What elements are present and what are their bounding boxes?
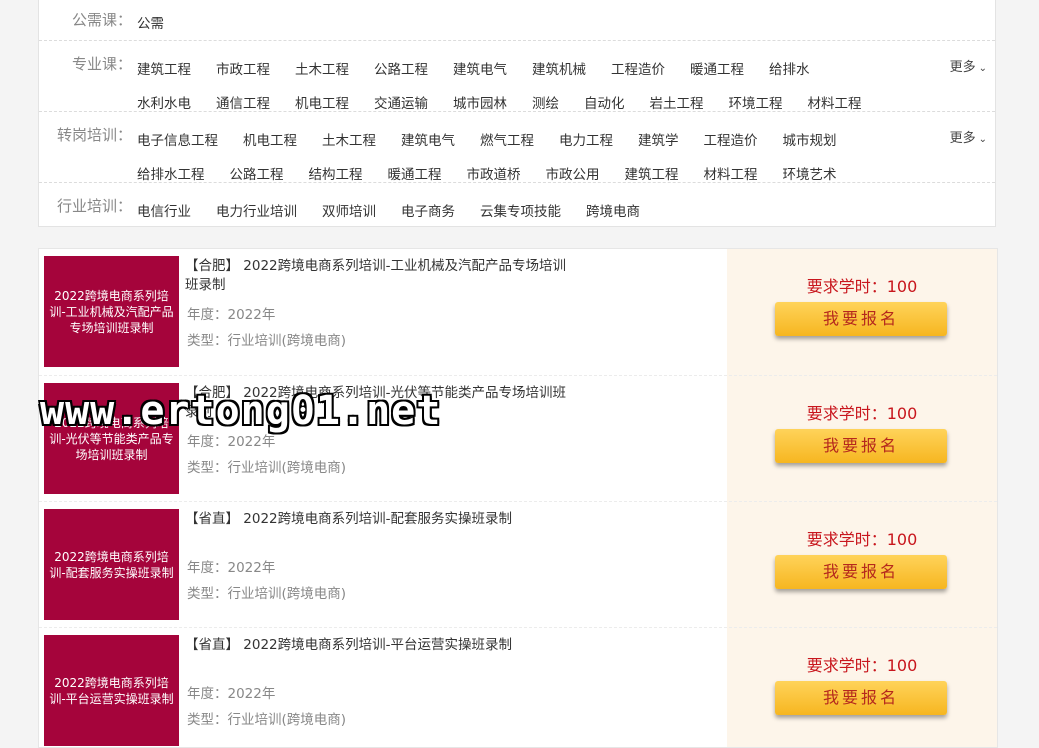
- more-button[interactable]: 更多 ⌄: [950, 56, 987, 75]
- filter-option[interactable]: 公路工程: [374, 58, 428, 78]
- course-list: 2022跨境电商系列培训-工业机械及汽配产品专场培训班录制 【合肥】 2022跨境…: [38, 248, 998, 748]
- course-title[interactable]: 【合肥】 2022跨境电商系列培训-光伏等节能类产品专场培训班录制: [185, 384, 575, 422]
- filter-options-zhuanye-line1: 建筑工程 市政工程 土木工程 公路工程 建筑电气 建筑机械 工程造价 暖通工程 给排水: [137, 58, 835, 78]
- required-hours: 要求学时：100: [806, 277, 918, 296]
- filter-option[interactable]: 岩土工程: [650, 92, 704, 112]
- filter-option[interactable]: 水利水电: [137, 92, 191, 112]
- filter-option[interactable]: 给排水工程: [137, 163, 205, 183]
- course-thumbnail[interactable]: 2022跨境电商系列培训-光伏等节能类产品专场培训班录制: [44, 383, 179, 494]
- enroll-button[interactable]: 我要报名: [775, 429, 947, 463]
- chevron-down-icon: ⌄: [978, 63, 987, 74]
- filter-option[interactable]: 电子商务: [401, 200, 455, 220]
- filter-options-zhuanye-line2: 水利水电 通信工程 机电工程 交通运输 城市园林 测绘 自动化 岩土工程 环境工程 材料工程: [137, 92, 887, 112]
- filter-option[interactable]: 燃气工程: [480, 129, 534, 149]
- course-title[interactable]: 【合肥】 2022跨境电商系列培训-工业机械及汽配产品专场培训班录制: [185, 257, 575, 295]
- filter-option[interactable]: 市政道桥: [467, 163, 521, 183]
- filter-option[interactable]: 暖通工程: [690, 58, 744, 78]
- filter-option[interactable]: 机电工程: [243, 129, 297, 149]
- filter-option[interactable]: 公路工程: [230, 163, 284, 183]
- chevron-down-icon: ⌄: [978, 134, 987, 145]
- filter-option[interactable]: 电力工程: [559, 129, 613, 149]
- filter-row-gongxu: 公需课： 公需: [39, 0, 995, 40]
- filter-row-zhuanye: 专业课： 建筑工程 市政工程 土木工程 公路工程 建筑电气 建筑机械 工程造价 暖通工程 给排水…: [39, 40, 995, 112]
- course-title[interactable]: 【省直】 2022跨境电商系列培训-平台运营实操班录制: [185, 636, 575, 655]
- filter-label-gongxu: 公需课：: [71, 11, 132, 29]
- filter-options-zhuangang-line2: 给排水工程 公路工程 结构工程 暖通工程 市政道桥 市政公用 建筑工程 材料工程 环境艺术: [137, 163, 862, 183]
- filter-option[interactable]: 电子信息工程: [137, 129, 218, 149]
- filter-row-zhuangang: 转岗培训： 电子信息工程 机电工程 土木工程 建筑电气 燃气工程 电力工程 建筑学 工程造价 城…: [39, 111, 995, 183]
- filter-option[interactable]: 给排水: [769, 58, 810, 78]
- course-year: 年度：2022年: [187, 560, 276, 576]
- filter-options-gongxu: 公需: [137, 12, 189, 32]
- filter-option[interactable]: 云集专项技能: [480, 200, 561, 220]
- filter-option[interactable]: 城市园林: [453, 92, 507, 112]
- filter-option[interactable]: 跨境电商: [586, 200, 640, 220]
- required-hours: 要求学时：100: [806, 530, 918, 549]
- course-thumbnail[interactable]: 2022跨境电商系列培训-配套服务实操班录制: [44, 509, 179, 620]
- filter-label-hangye: 行业培训：: [56, 197, 132, 215]
- filter-options-hangye: 电信行业 电力行业培训 双师培训 电子商务 云集专项技能 跨境电商: [137, 200, 665, 220]
- filter-option[interactable]: 土木工程: [295, 58, 349, 78]
- filter-option[interactable]: 建筑电气: [401, 129, 455, 149]
- filter-option[interactable]: 电力行业培训: [216, 200, 297, 220]
- filter-option[interactable]: 双师培训: [322, 200, 376, 220]
- filter-option[interactable]: 环境艺术: [783, 163, 837, 183]
- filter-label-zhuanye: 专业课：: [71, 55, 132, 73]
- filter-option[interactable]: 建筑电气: [453, 58, 507, 78]
- course-type: 类型：行业培训(跨境电商): [187, 333, 347, 349]
- course-title[interactable]: 【省直】 2022跨境电商系列培训-配套服务实操班录制: [185, 510, 575, 529]
- filter-option[interactable]: 自动化: [584, 92, 625, 112]
- filter-option[interactable]: 建筑工程: [625, 163, 679, 183]
- course-type: 类型：行业培训(跨境电商): [187, 712, 347, 728]
- filter-option[interactable]: 测绘: [532, 92, 559, 112]
- category-filter-panel: 公需课： 公需 专业课： 建筑工程 市政工程 土木工程 公路工程 建筑电气 建筑机械 工程造…: [38, 0, 996, 227]
- filter-options-zhuangang-line1: 电子信息工程 机电工程 土木工程 建筑电气 燃气工程 电力工程 建筑学 工程造价 城市规划: [137, 129, 862, 149]
- course-item: 2022跨境电商系列培训-工业机械及汽配产品专场培训班录制 【合肥】 2022跨境…: [39, 249, 997, 375]
- enroll-button[interactable]: 我要报名: [775, 555, 947, 589]
- course-year: 年度：2022年: [187, 307, 276, 323]
- filter-option[interactable]: 市政公用: [546, 163, 600, 183]
- filter-option[interactable]: 机电工程: [295, 92, 349, 112]
- filter-row-hangye: 行业培训： 电信行业 电力行业培训 双师培训 电子商务 云集专项技能 跨境电商: [39, 182, 995, 227]
- enroll-button[interactable]: 我要报名: [775, 302, 947, 336]
- filter-option[interactable]: 城市规划: [783, 129, 837, 149]
- filter-option[interactable]: 环境工程: [729, 92, 783, 112]
- filter-option[interactable]: 材料工程: [704, 163, 758, 183]
- filter-option[interactable]: 工程造价: [611, 58, 665, 78]
- filter-option[interactable]: 建筑工程: [137, 58, 191, 78]
- required-hours: 要求学时：100: [806, 656, 918, 675]
- course-item: 2022跨境电商系列培训-光伏等节能类产品专场培训班录制 【合肥】 2022跨境电…: [39, 375, 997, 502]
- course-year: 年度：2022年: [187, 686, 276, 702]
- filter-option[interactable]: 建筑机械: [532, 58, 586, 78]
- filter-option[interactable]: 材料工程: [808, 92, 862, 112]
- filter-option[interactable]: 市政工程: [216, 58, 270, 78]
- course-item: 2022跨境电商系列培训-配套服务实操班录制 【省直】 2022跨境电商系列培训-…: [39, 501, 997, 628]
- filter-option[interactable]: 工程造价: [704, 129, 758, 149]
- filter-option[interactable]: 通信工程: [216, 92, 270, 112]
- filter-option[interactable]: 土木工程: [322, 129, 376, 149]
- filter-label-zhuangang: 转岗培训：: [56, 126, 132, 144]
- filter-option[interactable]: 交通运输: [374, 92, 428, 112]
- course-thumbnail[interactable]: 2022跨境电商系列培训-工业机械及汽配产品专场培训班录制: [44, 256, 179, 367]
- enroll-button[interactable]: 我要报名: [775, 681, 947, 715]
- required-hours: 要求学时：100: [806, 404, 918, 423]
- filter-option[interactable]: 电信行业: [137, 200, 191, 220]
- filter-option[interactable]: 建筑学: [638, 129, 679, 149]
- more-button[interactable]: 更多 ⌄: [950, 127, 987, 146]
- filter-option[interactable]: 结构工程: [309, 163, 363, 183]
- course-item: 2022跨境电商系列培训-平台运营实操班录制 【省直】 2022跨境电商系列培训-…: [39, 627, 997, 747]
- course-year: 年度：2022年: [187, 434, 276, 450]
- filter-option[interactable]: 暖通工程: [388, 163, 442, 183]
- course-type: 类型：行业培训(跨境电商): [187, 586, 347, 602]
- course-thumbnail[interactable]: 2022跨境电商系列培训-平台运营实操班录制: [44, 635, 179, 746]
- filter-option[interactable]: 公需: [137, 12, 164, 32]
- course-type: 类型：行业培训(跨境电商): [187, 460, 347, 476]
